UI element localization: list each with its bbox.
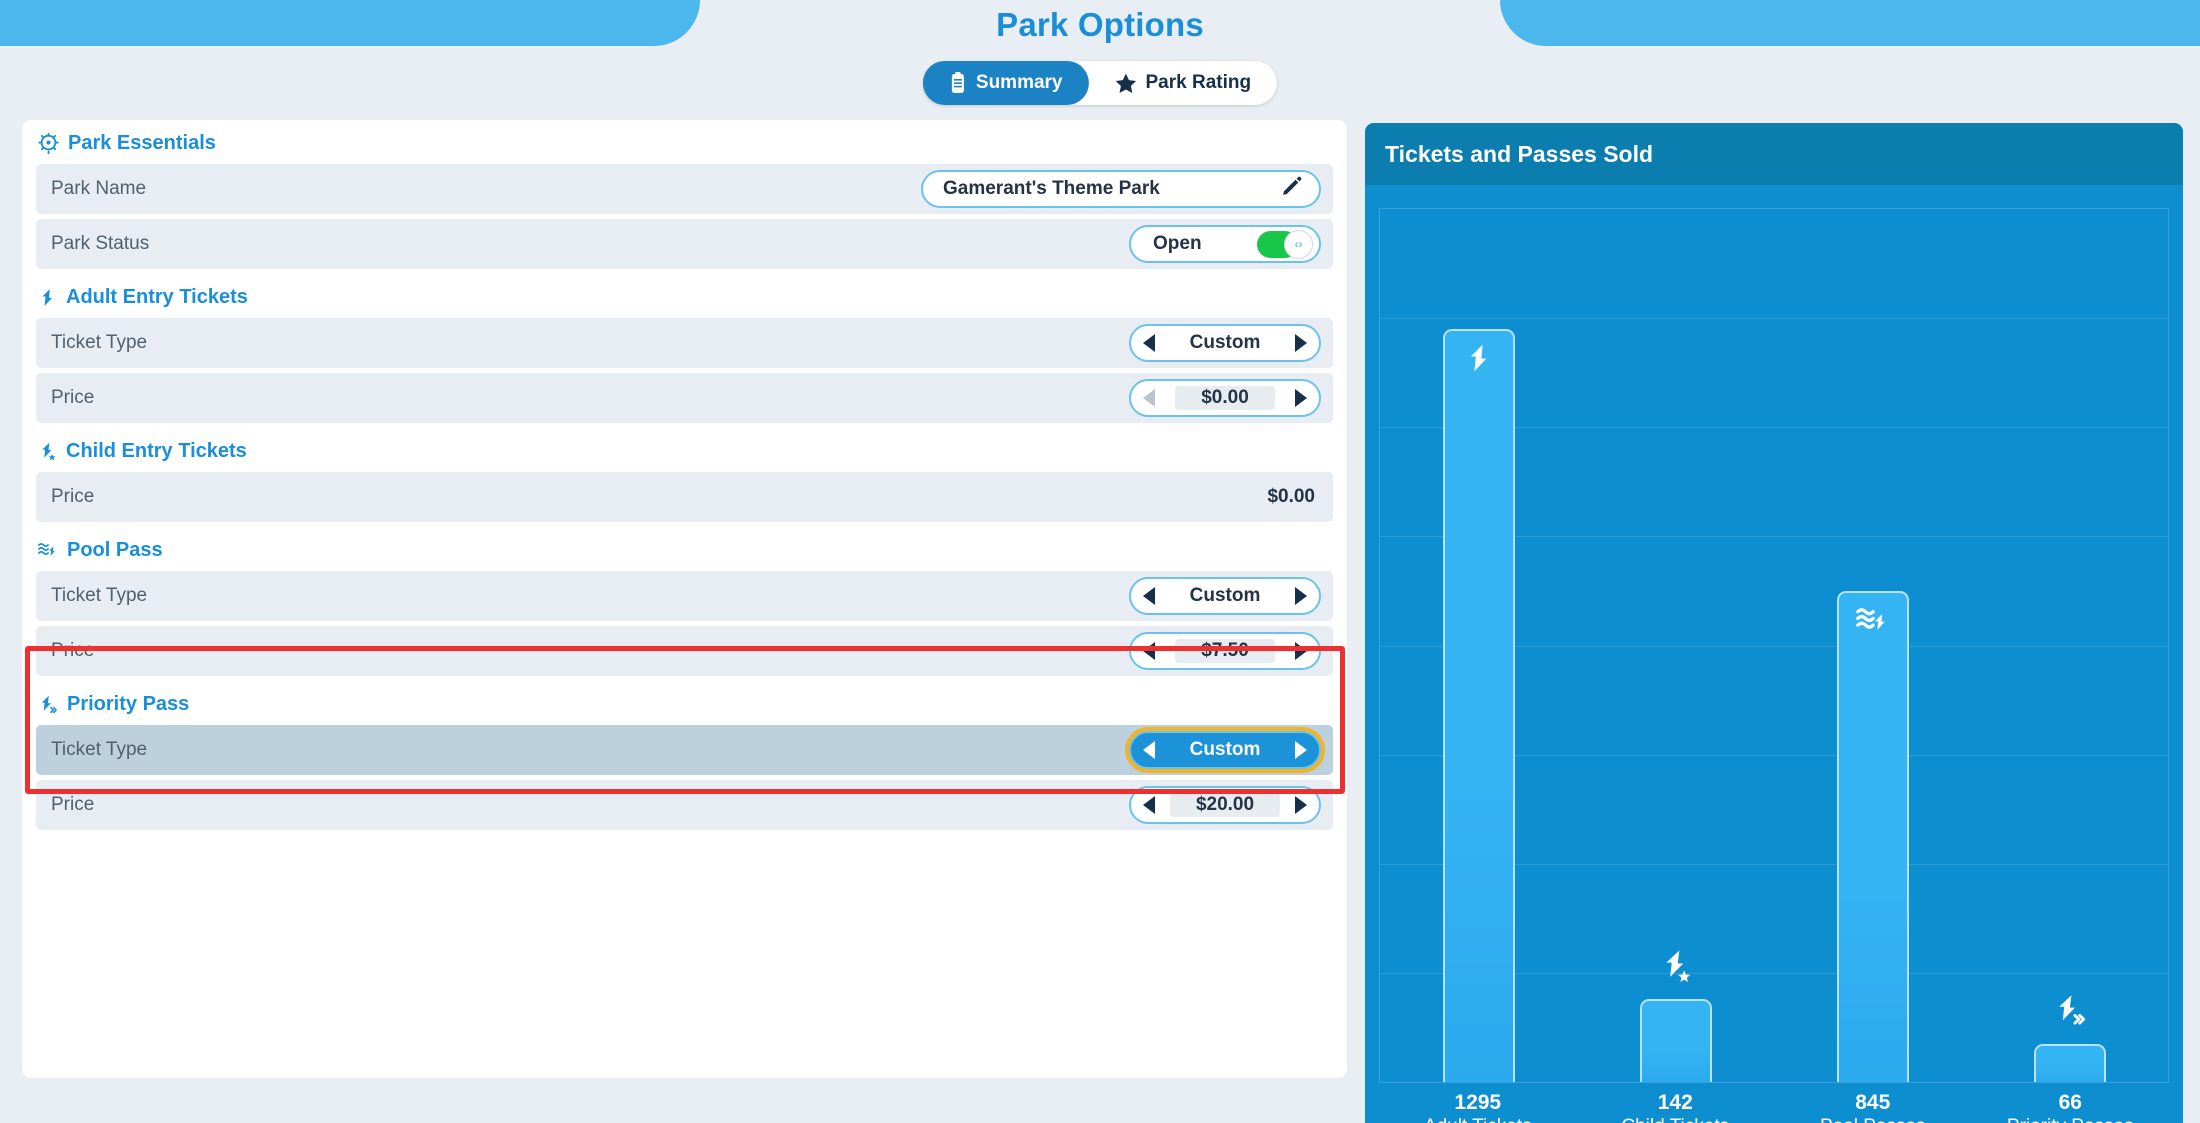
row-adult-price: Price $0.00 xyxy=(36,373,1333,423)
adult-ticket-type-stepper[interactable]: Custom xyxy=(1129,324,1321,362)
section-header-pool-pass: Pool Pass xyxy=(22,527,1347,571)
ticket-icon xyxy=(38,288,57,307)
ticket-icon xyxy=(1464,343,1494,378)
bar-pool-passes[interactable] xyxy=(1836,590,1909,1082)
section-header-park-essentials: Park Essentials xyxy=(22,120,1347,164)
row-pool-ticket-type: Ticket Type Custom xyxy=(36,571,1333,621)
row-priority-ticket-type: Ticket Type Custom xyxy=(36,725,1333,775)
stepper-right-arrow-icon[interactable] xyxy=(1295,796,1307,814)
bar-category-label: Pool Passes xyxy=(1774,1115,1972,1123)
bar-value-label: 845 xyxy=(1855,1091,1891,1114)
pool-pass-icon xyxy=(1855,605,1890,642)
tab-park-rating[interactable]: Park Rating xyxy=(1089,61,1278,105)
x-label-group: 142 Child Tickets xyxy=(1577,1091,1775,1123)
stepper-value: Custom xyxy=(1189,585,1261,606)
star-icon xyxy=(1115,73,1137,94)
child-price-value: $0.00 xyxy=(1267,486,1315,507)
stepper-value: $7.50 xyxy=(1175,638,1275,664)
pencil-icon[interactable] xyxy=(1281,175,1303,203)
stepper-right-arrow-icon[interactable] xyxy=(1294,642,1307,660)
child-ticket-icon xyxy=(1659,949,1693,988)
stepper-value: $0.00 xyxy=(1175,385,1275,411)
x-label-group: 845 Pool Passes xyxy=(1774,1091,1972,1123)
page-title: Park Options xyxy=(996,6,1204,43)
priority-pass-icon xyxy=(38,695,58,714)
row-park-name: Park Name Gamerant's Theme Park xyxy=(36,164,1333,214)
section-header-adult-entry-tickets: Adult Entry Tickets xyxy=(22,274,1347,318)
tab-park-rating-label: Park Rating xyxy=(1145,72,1252,93)
row-priority-price: Price $20.00 xyxy=(36,780,1333,830)
section-title: Priority Pass xyxy=(67,693,190,715)
pool-price-stepper[interactable]: $7.50 xyxy=(1129,632,1321,670)
section-title: Adult Entry Tickets xyxy=(66,286,248,308)
park-options-panel: Park Essentials Park Name Gamerant's The… xyxy=(22,120,1347,1078)
bar-column-priority-passes xyxy=(1971,209,2168,1082)
stepper-left-arrow-icon[interactable] xyxy=(1143,642,1155,660)
row-label: Price xyxy=(51,486,95,507)
x-label-group: 1295 Adult Tickets xyxy=(1379,1091,1577,1123)
ferris-wheel-icon xyxy=(38,133,59,154)
bar-priority-passes[interactable] xyxy=(2033,994,2106,1082)
bar-value-label: 1295 xyxy=(1454,1091,1502,1114)
bar-value-label: 66 xyxy=(2058,1091,2082,1114)
park-status-toggle[interactable]: ‹› xyxy=(1257,229,1313,259)
bar-category-label: Priority Passes xyxy=(1972,1115,2170,1123)
bar-column-child-tickets xyxy=(1577,209,1774,1082)
stepper-right-arrow-icon[interactable] xyxy=(1294,741,1307,759)
tab-switcher: Summary Park Rating xyxy=(922,61,1278,105)
chart-plot-area xyxy=(1379,208,2169,1083)
row-pool-price: Price $7.50 xyxy=(36,626,1333,676)
stepper-value: Custom xyxy=(1189,332,1261,353)
chart-x-axis-labels: 1295 Adult Tickets 142 Child Tickets 845… xyxy=(1379,1091,2169,1123)
stepper-left-arrow-icon[interactable] xyxy=(1143,741,1155,759)
pool-pass-icon xyxy=(38,541,58,560)
row-park-status: Park Status Open ‹› xyxy=(36,219,1333,269)
toggle-knob: ‹› xyxy=(1284,229,1313,259)
tickets-and-passes-sold-panel: Tickets and Passes Sold 1295 142 845 66 xyxy=(1365,123,2183,1123)
bar-category-label: Adult Tickets xyxy=(1379,1115,1577,1123)
section-title: Pool Pass xyxy=(67,539,163,561)
park-name-field[interactable]: Gamerant's Theme Park xyxy=(921,170,1321,208)
bar-category-label: Child Tickets xyxy=(1577,1115,1775,1123)
stepper-value: Custom xyxy=(1189,739,1261,760)
row-adult-ticket-type: Ticket Type Custom xyxy=(36,318,1333,368)
pool-ticket-type-stepper[interactable]: Custom xyxy=(1129,577,1321,615)
adult-price-stepper[interactable]: $0.00 xyxy=(1129,379,1321,417)
priority-price-stepper[interactable]: $20.00 xyxy=(1129,786,1321,824)
stepper-right-arrow-icon[interactable] xyxy=(1294,587,1307,605)
section-header-child-entry-tickets: Child Entry Tickets xyxy=(22,428,1347,472)
bar-column-pool-passes xyxy=(1774,209,1971,1082)
stepper-left-arrow-icon xyxy=(1143,389,1155,407)
tab-summary-label: Summary xyxy=(975,72,1063,93)
chart-bars xyxy=(1380,209,2168,1082)
stepper-right-arrow-icon[interactable] xyxy=(1294,389,1307,407)
stepper-left-arrow-icon[interactable] xyxy=(1143,334,1155,352)
stepper-right-arrow-icon[interactable] xyxy=(1294,334,1307,352)
x-label-group: 66 Priority Passes xyxy=(1972,1091,2170,1123)
park-name-value: Gamerant's Theme Park xyxy=(943,178,1160,199)
chart-panel-title: Tickets and Passes Sold xyxy=(1365,123,2183,185)
stepper-left-arrow-icon[interactable] xyxy=(1143,796,1155,814)
stepper-value: $20.00 xyxy=(1169,792,1281,818)
priority-ticket-type-stepper[interactable]: Custom xyxy=(1129,731,1321,769)
park-status-toggle-control[interactable]: Open ‹› xyxy=(1129,225,1321,263)
tab-summary[interactable]: Summary xyxy=(922,61,1089,105)
bar-adult-tickets[interactable] xyxy=(1442,328,1515,1082)
section-title: Park Essentials xyxy=(68,132,216,154)
stepper-left-arrow-icon[interactable] xyxy=(1143,587,1155,605)
row-child-price: Price $0.00 xyxy=(36,472,1333,522)
child-ticket-icon xyxy=(38,442,57,461)
bar-value-label: 142 xyxy=(1657,1091,1693,1114)
park-status-value: Open xyxy=(1153,233,1202,254)
priority-pass-icon xyxy=(2053,994,2087,1031)
section-title: Child Entry Tickets xyxy=(66,440,247,462)
clipboard-icon xyxy=(949,72,967,94)
bar-column-adult-tickets xyxy=(1380,209,1577,1082)
bar-child-tickets[interactable] xyxy=(1639,950,1712,1082)
section-header-priority-pass: Priority Pass xyxy=(22,681,1347,725)
